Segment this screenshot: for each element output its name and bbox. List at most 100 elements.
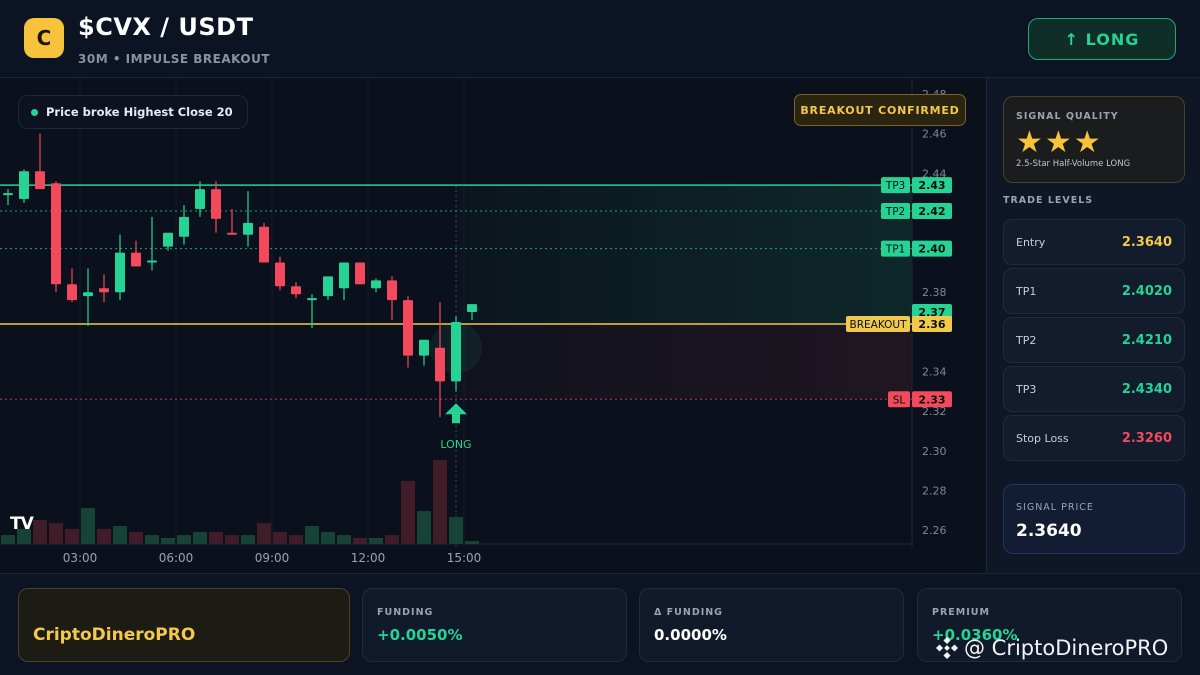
level-value: 2.4210 <box>1121 333 1172 348</box>
level-tag: 2.40 TP1 <box>881 240 952 257</box>
volume-bar <box>161 538 175 544</box>
candle-body <box>115 252 125 293</box>
level-value: 2.3260 <box>1121 431 1172 446</box>
candle <box>211 181 221 233</box>
candle <box>83 268 93 326</box>
candle <box>19 169 29 204</box>
level-tag-name: SL <box>893 394 906 406</box>
level-tag-price: 2.40 <box>918 243 945 256</box>
level-tag-name: TP3 <box>885 180 905 192</box>
level-label: Entry <box>1016 236 1046 249</box>
price-tick-label: 2.34 <box>922 366 947 379</box>
volume-bar <box>81 508 95 544</box>
volume-bar <box>337 535 351 544</box>
volume-bar <box>353 538 367 544</box>
volume-bar <box>401 481 415 544</box>
candle-body <box>99 288 109 293</box>
candle-body <box>67 284 77 301</box>
level-tag-name: BREAKOUT <box>850 319 908 331</box>
volume-bar <box>97 529 111 544</box>
volume-bar <box>209 532 223 544</box>
level-tag-price: 2.43 <box>918 179 945 192</box>
level-tag-name: TP2 <box>885 206 905 218</box>
price-tick-label: 2.38 <box>922 286 947 299</box>
candle-body <box>51 183 61 285</box>
candle-body <box>179 216 189 237</box>
candle-body <box>131 252 141 267</box>
candle <box>243 191 253 247</box>
candle-body <box>435 347 445 382</box>
volume-bar <box>289 535 303 544</box>
candle-body <box>163 232 173 247</box>
time-axis-label: 15:00 <box>447 551 482 565</box>
status-dot-icon <box>31 108 38 116</box>
side-panel: SIGNAL QUALITY ★★★ 2.5-Star Half-Volume … <box>986 78 1200 573</box>
candle-body <box>147 260 157 263</box>
level-tag: 2.36 BREAKOUT <box>846 315 952 332</box>
level-value: 2.4020 <box>1121 284 1172 299</box>
candle-body <box>83 292 93 297</box>
level-tag-name: TP1 <box>885 244 905 256</box>
volume-bar <box>385 535 399 544</box>
time-axis-label: 12:00 <box>351 551 386 565</box>
level-row-stop-loss: Stop Loss 2.3260 <box>1003 415 1185 461</box>
level-tag: 2.33 SL <box>888 391 952 408</box>
volume-bar <box>113 526 127 544</box>
premium-label: PREMIUM <box>932 607 990 618</box>
candle-body <box>243 222 253 235</box>
candle-body <box>403 300 413 356</box>
chart-canvas[interactable]: LONG2.482.462.442.382.342.322.302.282.26… <box>0 78 986 573</box>
price-tick-label: 2.28 <box>922 484 947 497</box>
candle <box>163 232 173 251</box>
stop-loss-zone <box>456 323 912 400</box>
candle-body <box>3 193 13 196</box>
volume-bar <box>145 535 159 544</box>
binance-logo-icon <box>936 637 958 659</box>
candle <box>51 181 61 293</box>
volume-bar <box>65 529 79 544</box>
candle <box>131 240 141 267</box>
header: C $CVX / USDT 30M • IMPULSE BREAKOUT ↑ L… <box>0 0 1200 78</box>
funding-label: FUNDING <box>377 607 434 618</box>
take-profit-zone <box>456 185 912 324</box>
time-axis-label: 03:00 <box>63 551 98 565</box>
volume-bar <box>305 526 319 544</box>
volume-bar <box>433 460 447 544</box>
candle <box>195 181 205 217</box>
volume-bar <box>1 535 15 544</box>
candle <box>99 274 109 303</box>
candle <box>339 262 349 301</box>
price-tick-label: 2.26 <box>922 524 947 537</box>
candle <box>323 276 333 301</box>
volume-bar <box>321 532 335 544</box>
level-label: TP3 <box>1016 383 1037 396</box>
candle <box>3 189 13 206</box>
info-pill-text: Price broke Highest Close 20 <box>46 105 233 119</box>
breakout-confirmed-badge: BREAKOUT CONFIRMED <box>794 94 966 126</box>
level-tag-price: 2.36 <box>918 318 945 331</box>
candle <box>419 339 429 366</box>
signal-price-value: 2.3640 <box>1016 521 1082 541</box>
level-label: Stop Loss <box>1016 432 1069 445</box>
level-label: TP1 <box>1016 285 1037 298</box>
tradingview-logo-icon[interactable]: TV <box>10 514 34 534</box>
level-row-tp1: TP1 2.4020 <box>1003 268 1185 314</box>
volume-bar <box>417 511 431 544</box>
candle <box>307 294 317 328</box>
candle <box>259 222 269 263</box>
candle <box>435 302 445 418</box>
candle-body <box>467 304 477 313</box>
volume-bar <box>465 541 479 544</box>
pair-title: $CVX / USDT <box>78 13 254 41</box>
long-signal-label: LONG <box>440 438 471 451</box>
volume-bar <box>225 535 239 544</box>
info-pill: Price broke Highest Close 20 <box>18 95 248 129</box>
long-button[interactable]: ↑ LONG <box>1028 18 1176 60</box>
delta-funding-card: Δ FUNDING 0.0000% <box>639 588 904 662</box>
volume-bar <box>241 535 255 544</box>
price-chart[interactable]: LONG2.482.462.442.382.342.322.302.282.26… <box>0 78 986 573</box>
candle-body <box>451 321 461 382</box>
watermark: @ CriptoDineroPRO <box>936 636 1168 660</box>
trade-levels-title: TRADE LEVELS <box>1003 195 1094 206</box>
funding-card: FUNDING +0.0050% <box>362 588 627 662</box>
